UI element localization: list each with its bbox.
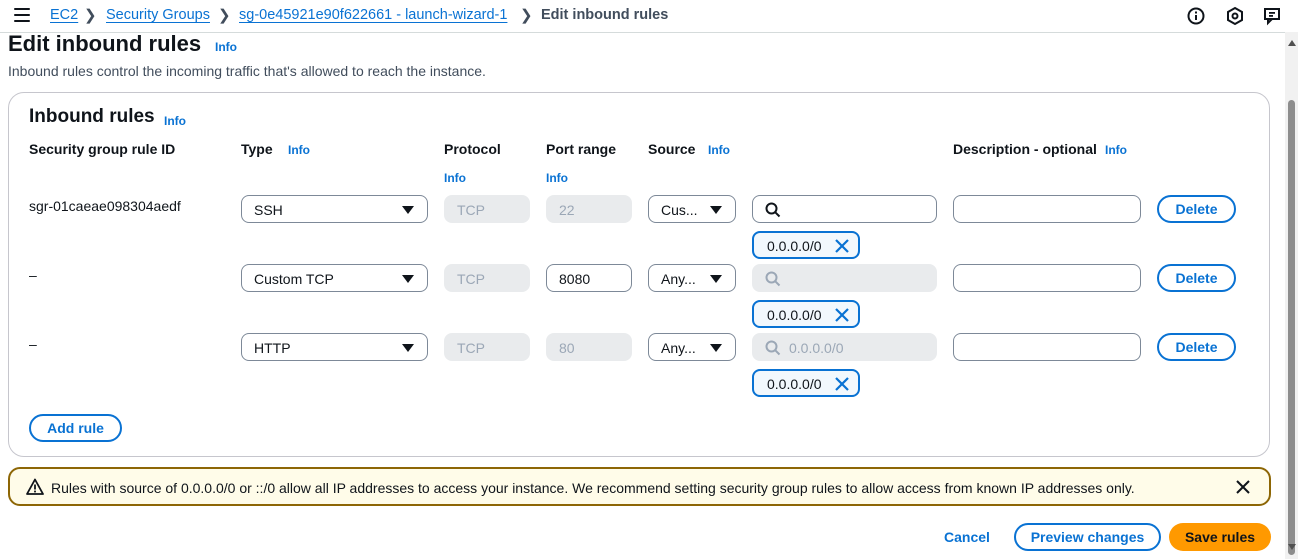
type-select[interactable]: Custom TCP [241, 264, 428, 292]
panel-title: Inbound rules [29, 106, 155, 127]
cidr-search-placeholder: 0.0.0.0/0 [789, 340, 844, 356]
port-range-value: 80 [559, 340, 575, 356]
type-select-value: SSH [254, 202, 283, 218]
port-range-value: 8080 [559, 271, 591, 287]
warning-text: Rules with source of 0.0.0.0/0 or ::/0 a… [51, 480, 1135, 496]
column-header-protocol: Protocol [444, 141, 501, 157]
description-input[interactable] [953, 264, 1141, 292]
description-input[interactable] [953, 333, 1141, 361]
breadcrumb-current: Edit inbound rules [541, 7, 669, 23]
source-select[interactable]: Cus... [648, 195, 736, 223]
source-select[interactable]: Any... [648, 264, 736, 292]
caret-down-icon [710, 344, 722, 352]
close-icon[interactable] [834, 307, 850, 323]
settings-hexagon-icon[interactable] [1225, 6, 1245, 26]
protocol-value: TCP [457, 202, 485, 218]
type-select[interactable]: SSH [241, 195, 428, 223]
description-info-link[interactable]: Info [1105, 143, 1127, 157]
cidr-search-input [752, 264, 937, 292]
rule-id: sgr-01caeae098304aedf [29, 198, 181, 214]
protocol-field: TCP [444, 264, 530, 292]
delete-button[interactable]: Delete [1157, 195, 1236, 223]
cidr-search-input: 0.0.0.0/0 [752, 333, 937, 361]
breadcrumb-security-groups[interactable]: Security Groups [106, 7, 210, 23]
protocol-value: TCP [457, 271, 485, 287]
notification-icon[interactable] [1262, 6, 1282, 26]
caret-down-icon [402, 344, 414, 352]
search-icon [765, 271, 781, 287]
description-input[interactable] [953, 195, 1141, 223]
page-description: Inbound rules control the incoming traff… [8, 63, 486, 79]
delete-button[interactable]: Delete [1157, 264, 1236, 292]
protocol-field: TCP [444, 333, 530, 361]
port-range-input: 22 [546, 195, 632, 223]
source-info-link[interactable]: Info [708, 143, 730, 157]
rule-id: – [29, 336, 37, 352]
search-icon [765, 340, 781, 356]
chevron-right-icon: ❯ [84, 7, 97, 24]
cidr-search-input[interactable] [752, 195, 937, 223]
top-navigation: EC2 ❯ Security Groups ❯ sg-0e45921e90f62… [0, 0, 1298, 33]
protocol-value: TCP [457, 340, 485, 356]
cidr-token-label: 0.0.0.0/0 [767, 307, 822, 323]
breadcrumb-ec2[interactable]: EC2 [50, 7, 78, 23]
close-icon[interactable] [834, 376, 850, 392]
source-select-value: Cus... [661, 202, 698, 218]
page-scrollbar[interactable] [1285, 32, 1298, 559]
breadcrumb-security-group[interactable]: sg-0e45921e90f622661 - launch-wizard-1 [239, 7, 507, 23]
column-header-source: Source [648, 141, 696, 157]
cidr-token: 0.0.0.0/0 [752, 300, 860, 328]
scroll-up-icon[interactable] [1288, 40, 1296, 46]
column-header-rule-id: Security group rule ID [29, 141, 176, 157]
source-select[interactable]: Any... [648, 333, 736, 361]
info-circle-icon[interactable] [1186, 6, 1206, 26]
scrollbar-thumb[interactable] [1288, 100, 1295, 555]
cancel-button[interactable]: Cancel [944, 529, 990, 545]
panel-info-link[interactable]: Info [164, 114, 186, 128]
caret-down-icon [710, 275, 722, 283]
preview-changes-button[interactable]: Preview changes [1014, 523, 1161, 551]
type-select[interactable]: HTTP [241, 333, 428, 361]
source-select-value: Any... [661, 340, 696, 356]
add-rule-button[interactable]: Add rule [29, 414, 122, 442]
search-icon [765, 202, 781, 218]
caret-down-icon [402, 275, 414, 283]
cidr-token: 0.0.0.0/0 [752, 369, 860, 397]
port-range-input[interactable]: 8080 [546, 264, 632, 292]
save-rules-button[interactable]: Save rules [1169, 523, 1271, 551]
column-header-port-range: Port range [546, 141, 617, 157]
protocol-field: TCP [444, 195, 530, 223]
protocol-info-link[interactable]: Info [444, 171, 466, 185]
warning-alert: Rules with source of 0.0.0.0/0 or ::/0 a… [8, 467, 1271, 506]
caret-down-icon [710, 206, 722, 214]
cidr-token-label: 0.0.0.0/0 [767, 238, 822, 254]
page-title: Edit inbound rules [8, 31, 202, 56]
scroll-down-icon[interactable] [1288, 544, 1296, 550]
caret-down-icon [402, 206, 414, 214]
type-select-value: HTTP [254, 340, 291, 356]
cidr-token-label: 0.0.0.0/0 [767, 376, 822, 392]
page-title-info-link[interactable]: Info [215, 40, 237, 54]
menu-icon[interactable] [14, 8, 30, 22]
delete-button[interactable]: Delete [1157, 333, 1236, 361]
warning-icon [26, 478, 44, 495]
port-range-info-link[interactable]: Info [546, 171, 568, 185]
cidr-token: 0.0.0.0/0 [752, 231, 860, 259]
port-range-value: 22 [559, 202, 575, 218]
close-icon[interactable] [1235, 479, 1251, 495]
column-header-type: Type [241, 141, 273, 157]
chevron-right-icon: ❯ [218, 7, 231, 24]
type-info-link[interactable]: Info [288, 143, 310, 157]
chevron-right-icon: ❯ [520, 7, 533, 24]
port-range-input: 80 [546, 333, 632, 361]
column-header-description: Description - optional [953, 141, 1097, 157]
source-select-value: Any... [661, 271, 696, 287]
close-icon[interactable] [834, 238, 850, 254]
rule-id: – [29, 267, 37, 283]
type-select-value: Custom TCP [254, 271, 334, 287]
